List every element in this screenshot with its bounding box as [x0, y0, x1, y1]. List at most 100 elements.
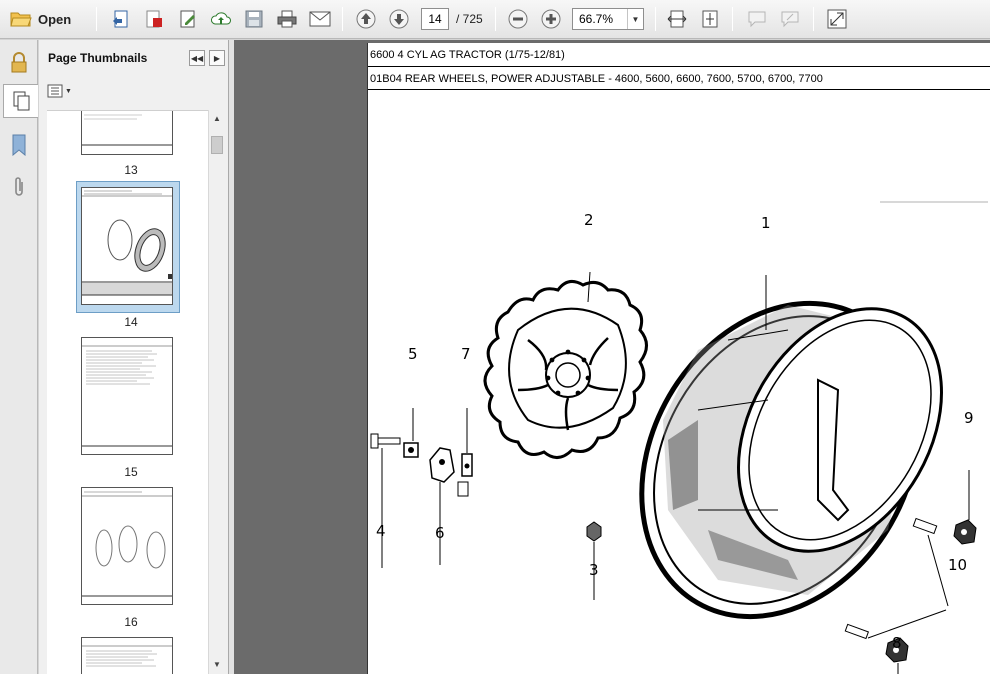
wheel-disc-part [483, 279, 648, 459]
callout-5: 5 [408, 345, 418, 363]
fit-page-icon [702, 10, 718, 28]
bookmarks-button[interactable] [3, 128, 35, 162]
chevron-down-icon[interactable]: ▼ [627, 9, 643, 29]
main-toolbar: Open 14 / 725 66.7% ▼ [0, 0, 990, 39]
zoom-in-icon [541, 9, 561, 29]
scroll-thumb[interactable] [211, 136, 223, 154]
cloud-upload-icon [211, 12, 231, 25]
chevron-down-icon: ▼ [65, 87, 72, 95]
page-preview [82, 190, 172, 296]
thumbnail-label: 15 [124, 465, 138, 479]
page-preview [82, 345, 172, 447]
zoom-select[interactable]: 66.7% ▼ [572, 8, 644, 30]
washer-part [403, 442, 419, 458]
thumbnail-page[interactable] [81, 337, 173, 455]
page-number-input[interactable]: 14 [421, 8, 449, 30]
toolbar-separator [342, 7, 343, 31]
print-button[interactable] [274, 6, 300, 32]
page-thumbnails-button[interactable] [3, 84, 38, 118]
create-pdf-button[interactable] [108, 6, 134, 32]
zoom-in-button[interactable] [538, 6, 564, 32]
edit-button[interactable] [175, 6, 201, 32]
callout-10: 10 [948, 556, 968, 574]
envelope-icon [309, 11, 331, 27]
toolbar-separator [655, 7, 656, 31]
save-button[interactable] [241, 6, 267, 32]
pencil-page-icon [180, 10, 195, 28]
folder-open-icon [10, 12, 32, 27]
thumbnail-label: 14 [124, 315, 138, 329]
paperclip-icon [15, 177, 23, 196]
thumbnail-page[interactable] [81, 487, 173, 605]
export-pdf-icon [146, 10, 162, 28]
page-up-icon [356, 9, 376, 29]
list-options-icon [47, 84, 63, 98]
pdf-page: 6600 4 CYL AG TRACTOR (1/75-12/81) 01B04… [367, 43, 990, 674]
thumbnail-page[interactable] [81, 111, 173, 155]
header-divider [368, 66, 990, 67]
clamp-part [429, 447, 455, 483]
previous-page-button[interactable] [353, 6, 379, 32]
pages-icon [13, 91, 30, 111]
page-thumbnails-panel: Page Thumbnails ◀◀ ▶ ▼ 13 14 15 16 ▲ ▼ [39, 40, 229, 674]
panel-title: Page Thumbnails [48, 51, 148, 65]
open-label: Open [38, 11, 72, 27]
page-preview [82, 645, 172, 667]
scroll-down-icon[interactable]: ▼ [213, 660, 221, 669]
document-header-section: 01B04 REAR WHEELS, POWER ADJUSTABLE - 46… [370, 73, 823, 85]
toolbar-separator [732, 7, 733, 31]
rim-part [639, 300, 943, 620]
bolt-part [370, 433, 401, 449]
sign-button[interactable] [777, 6, 803, 32]
toolbar-separator [96, 7, 97, 31]
thumbnail-label: 13 [124, 163, 138, 177]
thumbnail-page[interactable] [81, 637, 173, 674]
callout-9: 9 [964, 409, 974, 427]
panel-options-arrow-button[interactable]: ▶ [209, 50, 225, 66]
collapse-panel-button[interactable]: ◀◀ [189, 50, 205, 66]
pen-sign-icon [781, 11, 799, 28]
callout-4: 4 [376, 522, 386, 540]
lock-icon [11, 52, 27, 73]
fit-width-button[interactable] [664, 6, 690, 32]
save-icon [245, 10, 263, 28]
expand-icon [827, 9, 847, 29]
fullscreen-button[interactable] [824, 6, 850, 32]
plate-part [457, 453, 473, 497]
export-pdf-button[interactable] [141, 6, 167, 32]
callout-1: 1 [761, 214, 771, 232]
page-total: / 725 [456, 12, 483, 26]
toolbar-separator [495, 7, 496, 31]
create-pdf-icon [113, 10, 128, 28]
parts-diagram [370, 201, 988, 674]
page-preview [82, 491, 172, 597]
upload-button[interactable] [208, 6, 234, 32]
callout-7: 7 [461, 345, 471, 363]
open-button[interactable]: Open [6, 6, 75, 32]
thumbnail-options-button[interactable]: ▼ [47, 84, 72, 98]
fit-width-icon [667, 10, 687, 28]
document-view: 6600 4 CYL AG TRACTOR (1/75-12/81) 01B04… [234, 40, 990, 674]
thumbnail-scrollbar[interactable]: ▲ ▼ [208, 110, 225, 674]
callout-2: 2 [584, 211, 594, 229]
next-page-button[interactable] [386, 6, 412, 32]
thumbnail-list: 13 14 15 16 [47, 110, 215, 674]
fit-page-button[interactable] [697, 6, 723, 32]
comment-button[interactable] [744, 6, 770, 32]
page-preview [82, 114, 172, 146]
speech-bubble-icon [748, 11, 766, 28]
callout-8: 8 [892, 634, 902, 652]
zoom-out-icon [508, 9, 528, 29]
toolbar-separator [813, 7, 814, 31]
callout-3: 3 [589, 561, 599, 579]
printer-icon [277, 10, 297, 28]
nut-part [586, 521, 602, 542]
email-button[interactable] [307, 6, 333, 32]
lug-nut-part [953, 519, 977, 545]
zoom-out-button[interactable] [505, 6, 531, 32]
scroll-up-icon[interactable]: ▲ [213, 114, 221, 123]
security-button[interactable] [3, 46, 35, 80]
attachments-button[interactable] [3, 170, 35, 204]
bookmark-icon [12, 134, 26, 156]
thumbnail-page-current[interactable] [81, 187, 173, 305]
